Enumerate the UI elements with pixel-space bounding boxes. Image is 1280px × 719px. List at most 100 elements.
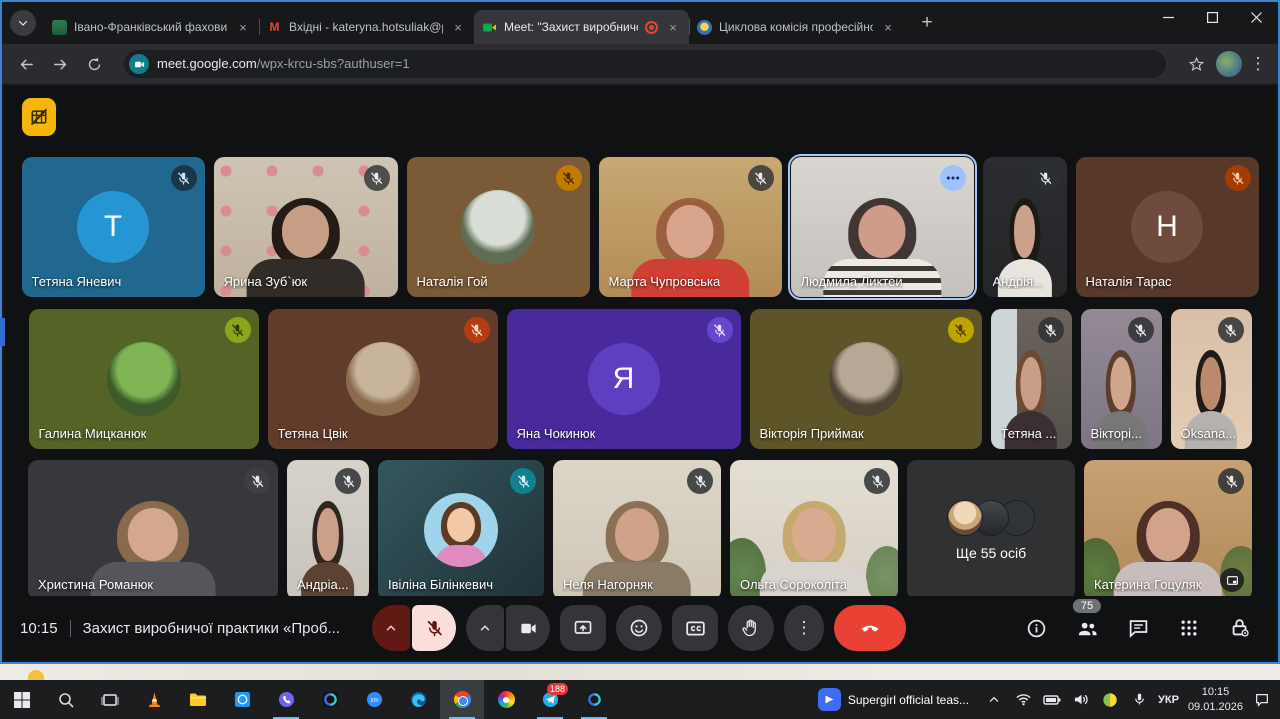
flip-camera-icon — [1226, 574, 1239, 587]
microphone-icon[interactable] — [1129, 690, 1149, 710]
participant-name: Андрія... — [993, 274, 1044, 289]
camera-toggle-button[interactable] — [506, 605, 550, 651]
viber-button[interactable] — [264, 680, 308, 719]
people-button[interactable]: 75 — [1075, 616, 1099, 640]
participant-tile[interactable]: Андрія... — [983, 157, 1067, 297]
browser-tab[interactable]: Івано-Франківський фаховий× — [44, 10, 259, 44]
end-call-button[interactable] — [834, 605, 906, 651]
webex-meetings-button[interactable] — [572, 680, 616, 719]
people-icon — [1076, 617, 1099, 640]
participant-tile[interactable]: Ольга Сороколіта — [730, 460, 898, 600]
close-icon — [1251, 12, 1262, 23]
participant-tile[interactable]: Катерина Гоцуляк — [1084, 460, 1252, 600]
close-button[interactable] — [1234, 2, 1278, 32]
new-tab-button[interactable]: + — [914, 12, 940, 34]
mic-toggle-button[interactable] — [412, 605, 456, 651]
participant-tile[interactable]: ЯЯна Чокинюк — [507, 309, 741, 449]
participant-name: Тетяна Яневич — [32, 274, 122, 289]
participant-avatars — [947, 500, 1035, 536]
reactions-button[interactable] — [616, 605, 662, 651]
mic-muted-indicator — [1218, 317, 1244, 343]
minimize-button[interactable] — [1146, 2, 1190, 32]
participant-tile[interactable]: Андріа... — [287, 460, 369, 600]
participant-tile[interactable]: Івіліна Білінкевич — [378, 460, 544, 600]
network-icon[interactable] — [1013, 690, 1033, 710]
tile-menu-button[interactable] — [940, 165, 966, 191]
photo-viewer-button[interactable] — [220, 680, 264, 719]
start-button[interactable] — [0, 680, 44, 719]
webex-meetings-icon — [586, 691, 603, 708]
tab-close-icon[interactable]: × — [450, 19, 466, 35]
photos-button[interactable] — [484, 680, 528, 719]
present-button[interactable] — [560, 605, 606, 651]
mic-muted-indicator — [707, 317, 733, 343]
participant-tile[interactable]: Тетяна ... — [991, 309, 1072, 449]
back-button[interactable] — [12, 50, 40, 78]
vlc-button[interactable] — [132, 680, 176, 719]
participant-tile[interactable]: Марта Чупровська — [599, 157, 782, 297]
address-bar[interactable]: meet.google.com/wpx-krcu-sbs?authuser=1 — [124, 50, 1166, 78]
tabs: Івано-Франківський фаховий×MВхідні - kat… — [44, 2, 904, 44]
more-options-button[interactable]: ⋮ — [784, 605, 824, 651]
task-view-button[interactable] — [88, 680, 132, 719]
tab-search-button[interactable] — [10, 10, 36, 36]
captions-button[interactable] — [672, 605, 718, 651]
media-widget[interactable]: ▶ Supergirl official teas... — [818, 688, 969, 711]
tab-close-icon[interactable]: × — [880, 19, 896, 35]
participant-tile[interactable]: Неля Нагорняк — [553, 460, 721, 600]
tab-close-icon[interactable]: × — [235, 19, 251, 35]
participant-name: Івіліна Білінкевич — [388, 577, 493, 592]
reload-button[interactable] — [80, 50, 108, 78]
battery-icon[interactable] — [1042, 690, 1062, 710]
notifications-icon[interactable] — [1252, 690, 1272, 710]
end-call-icon — [859, 617, 881, 639]
participant-tile[interactable]: Наталія Гой — [407, 157, 590, 297]
tray-expand-button[interactable] — [984, 690, 1004, 710]
participant-tile[interactable]: Ярина Зуб`юк — [214, 157, 398, 297]
profile-avatar[interactable] — [1216, 51, 1242, 77]
participant-tile[interactable]: Людмила Ликтей — [791, 157, 974, 297]
taskbar-clock[interactable]: 10:1509.01.2026 — [1188, 685, 1243, 714]
tab-close-icon[interactable]: × — [665, 19, 681, 35]
language-indicator[interactable]: УКР — [1158, 694, 1179, 706]
self-view-toggle[interactable] — [1220, 568, 1244, 592]
mic-muted-indicator — [225, 317, 251, 343]
browser-tab[interactable]: Циклова комісія професійної× — [689, 10, 904, 44]
zoom-button[interactable]: zm — [352, 680, 396, 719]
raise-hand-button[interactable] — [728, 605, 774, 651]
forward-button[interactable] — [46, 50, 74, 78]
host-controls-button[interactable] — [1228, 616, 1252, 640]
antivirus-icon[interactable] — [1100, 690, 1120, 710]
bookmark-button[interactable] — [1182, 50, 1210, 78]
participant-name: Тетяна ... — [1001, 426, 1057, 441]
taskbar-search-button[interactable] — [44, 680, 88, 719]
webex-button[interactable] — [308, 680, 352, 719]
participant-tile[interactable]: Вікторі... — [1081, 309, 1162, 449]
participant-tile[interactable]: Тетяна Цвік — [268, 309, 498, 449]
participant-tile[interactable]: Вікторія Приймак — [750, 309, 982, 449]
edge-button[interactable] — [396, 680, 440, 719]
meeting-clock: 10:15 — [20, 620, 58, 637]
browser-menu-button[interactable]: ⋮ — [1248, 54, 1268, 74]
url-path: /wpx-krcu-sbs?authuser=1 — [257, 56, 410, 71]
file-explorer-button[interactable] — [176, 680, 220, 719]
maximize-button[interactable] — [1190, 2, 1234, 32]
chat-button[interactable] — [1126, 616, 1150, 640]
activities-button[interactable] — [1177, 616, 1201, 640]
browser-tab[interactable]: Meet: "Захист виробничої"× — [474, 10, 689, 44]
participant-tile[interactable]: Ще 55 осіб — [907, 460, 1075, 600]
mic-options-button[interactable] — [372, 605, 410, 651]
participant-tile[interactable]: Oksana... — [1171, 309, 1252, 449]
participant-tile[interactable]: ТТетяна Яневич — [22, 157, 205, 297]
camera-options-button[interactable] — [466, 605, 504, 651]
participant-tile[interactable]: Галина Мицканюк — [29, 309, 259, 449]
info-button[interactable] — [1024, 616, 1048, 640]
participant-tile[interactable]: ННаталія Тарас — [1076, 157, 1259, 297]
present-icon — [573, 618, 593, 638]
volume-icon[interactable] — [1071, 690, 1091, 710]
telegram-button[interactable]: 188 — [528, 680, 572, 719]
browser-tab[interactable]: MВхідні - kateryna.hotsuliak@pn× — [259, 10, 474, 44]
extension-overlay-icon[interactable] — [22, 98, 56, 136]
participant-tile[interactable]: Христина Романюк — [28, 460, 278, 600]
chrome-button[interactable] — [440, 680, 484, 719]
